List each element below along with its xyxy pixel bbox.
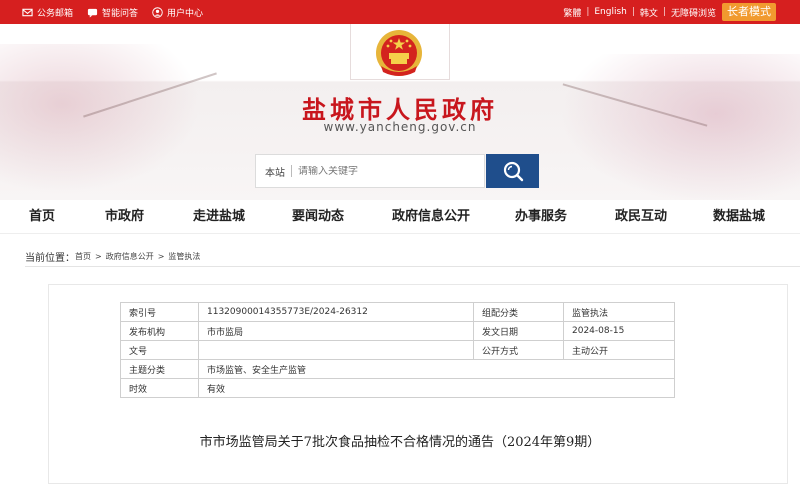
national-emblem-icon xyxy=(376,30,422,76)
breadcrumb-separator: > xyxy=(95,252,102,261)
table-row: 文号 公开方式 主动公开 xyxy=(120,340,675,360)
search-icon xyxy=(503,161,523,182)
breadcrumb-item-supervision[interactable]: 监管执法 xyxy=(168,251,200,262)
breadcrumb-item-info-disclosure[interactable]: 政府信息公开 xyxy=(106,251,154,262)
top-bar: 公务邮箱 智能问答 用户中心 繁體 | English | 韩文 | 无障碍浏览… xyxy=(0,0,800,24)
top-bar-right-links: 繁體 | English | 韩文 | 无障碍浏览 长者模式 xyxy=(563,0,776,24)
meta-value: 监管执法 xyxy=(563,302,675,322)
search-divider xyxy=(291,165,292,177)
meta-key: 公开方式 xyxy=(473,340,564,360)
table-row: 时效 有效 xyxy=(120,378,675,398)
user-center-label: 用户中心 xyxy=(167,8,204,19)
top-bar-left-links: 公务邮箱 智能问答 用户中心 xyxy=(22,0,203,24)
document-meta-table: 索引号 11320900014355773E/2024-26312 组配分类 监… xyxy=(120,302,675,398)
meta-key: 时效 xyxy=(120,378,199,398)
main-nav: 首页 市政府 走进盐城 要闻动态 政府信息公开 办事服务 政民互动 数据盐城 xyxy=(0,200,800,234)
meta-value: 有效 xyxy=(198,378,675,398)
nav-item-about-yancheng[interactable]: 走进盐城 xyxy=(193,200,245,234)
table-row: 主题分类 市场监管、安全生产监管 xyxy=(120,359,675,379)
user-center-link[interactable]: 用户中心 xyxy=(152,6,203,19)
site-url: www.yancheng.gov.cn xyxy=(323,120,477,134)
nav-item-news[interactable]: 要闻动态 xyxy=(292,200,344,234)
traditional-chinese-link[interactable]: 繁體 xyxy=(563,6,581,19)
breadcrumb-rule xyxy=(25,266,800,267)
search-input[interactable] xyxy=(298,165,448,177)
user-icon xyxy=(152,6,163,18)
meta-value: 市市监局 xyxy=(198,321,474,341)
meta-value: 市场监管、安全生产监管 xyxy=(198,359,675,379)
nav-item-info-disclosure[interactable]: 政府信息公开 xyxy=(392,200,470,234)
meta-value: 主动公开 xyxy=(563,340,675,360)
nav-item-interaction[interactable]: 政民互动 xyxy=(615,200,667,234)
meta-key: 主题分类 xyxy=(120,359,199,379)
table-row: 索引号 11320900014355773E/2024-26312 组配分类 监… xyxy=(120,302,675,322)
korean-link[interactable]: 韩文 xyxy=(640,6,658,19)
mailbox-link[interactable]: 公务邮箱 xyxy=(22,6,73,19)
elder-mode-button[interactable]: 长者模式 xyxy=(722,3,776,21)
meta-value xyxy=(198,340,474,360)
meta-value: 11320900014355773E/2024-26312 xyxy=(198,302,474,322)
accessibility-link[interactable]: 无障碍浏览 xyxy=(671,6,716,19)
divider: | xyxy=(631,7,635,17)
meta-key: 组配分类 xyxy=(473,302,564,322)
meta-key: 索引号 xyxy=(120,302,199,322)
search-scope[interactable]: 本站 xyxy=(256,164,285,179)
breadcrumb: 当前位置： 首页 > 政府信息公开 > 监管执法 xyxy=(25,249,200,264)
divider: | xyxy=(586,7,590,17)
breadcrumb-label: 当前位置： xyxy=(25,253,75,264)
search-box: 本站 xyxy=(255,154,485,188)
mailbox-label: 公务邮箱 xyxy=(37,8,74,19)
chat-icon xyxy=(87,8,98,18)
meta-key: 发布机构 xyxy=(120,321,199,341)
nav-item-city-government[interactable]: 市政府 xyxy=(105,200,144,234)
table-row: 发布机构 市市监局 发文日期 2024-08-15 xyxy=(120,321,675,341)
smart-qa-link[interactable]: 智能问答 xyxy=(87,6,138,19)
meta-key: 文号 xyxy=(120,340,199,360)
nav-item-data[interactable]: 数据盐城 xyxy=(713,200,765,234)
meta-key: 发文日期 xyxy=(473,321,564,341)
meta-value: 2024-08-15 xyxy=(563,321,675,341)
nav-item-services[interactable]: 办事服务 xyxy=(515,200,567,234)
english-link[interactable]: English xyxy=(594,7,627,17)
breadcrumb-separator: > xyxy=(157,252,165,261)
mail-icon xyxy=(22,8,33,16)
breadcrumb-item-home[interactable]: 首页 xyxy=(75,251,91,262)
document-title: 市市场监管局关于7批次食品抽检不合格情况的通告（2024年第9期） xyxy=(199,435,601,450)
smart-qa-label: 智能问答 xyxy=(102,8,139,19)
divider: | xyxy=(662,7,666,17)
search-button[interactable] xyxy=(486,154,539,188)
nav-item-home[interactable]: 首页 xyxy=(29,200,55,234)
